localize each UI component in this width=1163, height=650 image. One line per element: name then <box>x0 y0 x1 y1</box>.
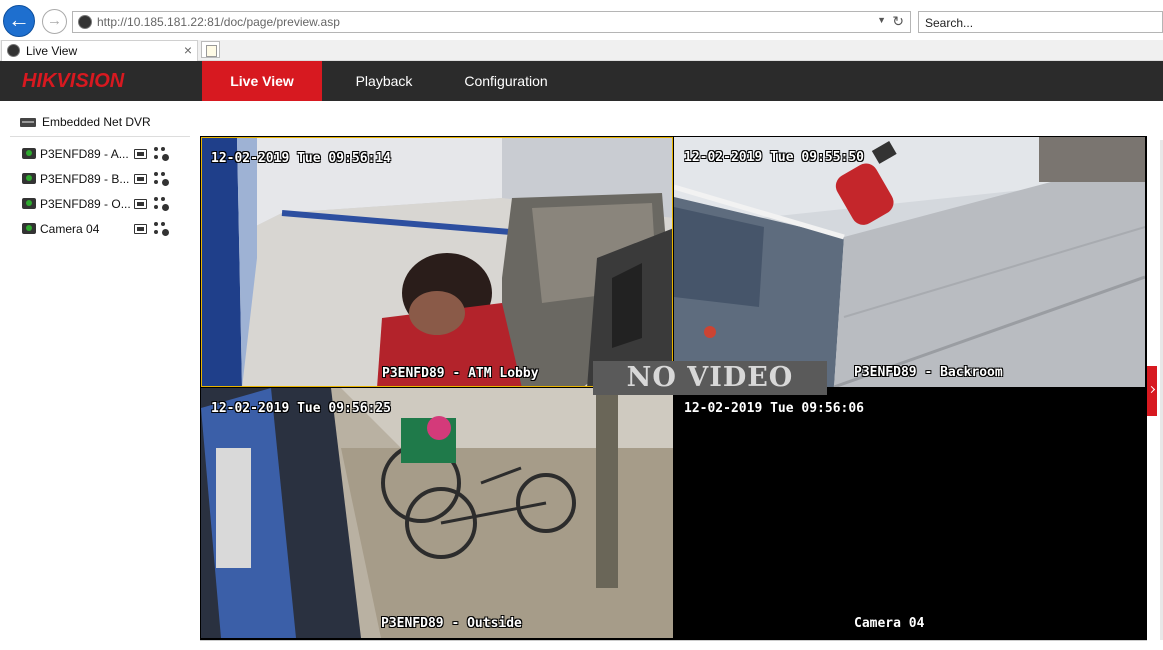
camera-list-item[interactable]: Camera 04 <box>22 220 182 238</box>
forward-arrow-icon[interactable]: → <box>42 9 67 34</box>
video-feed-outside <box>201 388 673 638</box>
new-tab-icon[interactable] <box>201 41 220 58</box>
video-tile-atm-lobby[interactable]: 12-02-2019 Tue 09:56:14 P3ENFD89 - ATM L… <box>201 137 673 387</box>
osd-timestamp: 12-02-2019 Tue 09:55:50 <box>684 150 865 165</box>
camera-icon <box>22 148 36 159</box>
nav-live-view[interactable]: Live View <box>202 61 322 101</box>
camera-label: P3ENFD89 - A... <box>40 147 129 161</box>
video-tile-backroom[interactable]: 12-02-2019 Tue 09:55:50 P3ENFD89 - Backr… <box>674 137 1145 387</box>
hikvision-logo: HIKVISION <box>22 70 124 93</box>
osd-camera-name: Camera 04 <box>854 616 925 631</box>
video-feed-backroom <box>674 137 1145 387</box>
url-text: http://10.185.181.22:81/doc/page/preview… <box>97 15 340 29</box>
record-icon[interactable] <box>134 149 147 159</box>
ptz-control-icon[interactable] <box>154 222 170 237</box>
osd-timestamp: 12-02-2019 Tue 09:56:25 <box>211 401 392 416</box>
search-input[interactable]: Search... <box>918 11 1163 33</box>
divider <box>10 136 190 137</box>
ptz-control-icon[interactable] <box>154 172 170 187</box>
osd-camera-name: P3ENFD89 - Backroom <box>854 365 1003 380</box>
osd-timestamp: 12-02-2019 Tue 09:56:14 <box>211 151 392 166</box>
tab-title: Live View <box>26 44 78 58</box>
device-name: Embedded Net DVR <box>42 115 151 129</box>
video-feed-atm-lobby <box>202 138 672 386</box>
record-icon[interactable] <box>134 174 147 184</box>
camera-list-item[interactable]: P3ENFD89 - B... <box>22 170 182 188</box>
camera-list-item[interactable]: P3ENFD89 - O... <box>22 195 182 213</box>
dvr-device-icon <box>20 118 36 127</box>
record-icon[interactable] <box>134 224 147 234</box>
app-header: HIKVISION Live View Playback Configurati… <box>0 61 1163 101</box>
osd-timestamp: 12-02-2019 Tue 09:56:06 <box>684 401 865 416</box>
search-placeholder: Search... <box>925 16 974 30</box>
url-host: http://10.185.181.22 <box>97 15 204 29</box>
browser-tab-live-view[interactable]: Live View × <box>1 40 198 61</box>
url-input[interactable]: http://10.185.181.22:81/doc/page/preview… <box>72 11 911 33</box>
no-video-overlay: NO VIDEO <box>593 361 827 395</box>
osd-camera-name: P3ENFD89 - ATM Lobby <box>382 366 539 381</box>
ptz-control-icon[interactable] <box>154 197 170 212</box>
logo-vision-text: VISION <box>56 70 125 92</box>
dropdown-arrow-icon[interactable]: ▼ <box>877 15 886 25</box>
camera-list-item[interactable]: P3ENFD89 - A... <box>22 145 182 163</box>
ptz-control-icon[interactable] <box>154 147 170 162</box>
nav-configuration[interactable]: Configuration <box>450 61 562 101</box>
osd-camera-name: P3ENFD89 - Outside <box>381 616 522 631</box>
camera-label: P3ENFD89 - O... <box>40 197 131 211</box>
camera-icon <box>22 223 36 234</box>
logo-hik-text: HIK <box>22 70 57 92</box>
browser-tab-bar: Live View × <box>0 40 1163 61</box>
camera-label: P3ENFD89 - B... <box>40 172 130 186</box>
browser-address-bar: ← → http://10.185.181.22:81/doc/page/pre… <box>0 0 1163 40</box>
url-path: :81/doc/page/preview.asp <box>203 15 340 29</box>
camera-label: Camera 04 <box>40 222 100 236</box>
video-tile-outside[interactable]: 12-02-2019 Tue 09:56:25 P3ENFD89 - Outsi… <box>201 388 673 638</box>
nav-playback[interactable]: Playback <box>340 61 428 101</box>
refresh-icon[interactable]: ↻ <box>892 13 904 30</box>
site-favicon-icon <box>78 15 92 29</box>
divider <box>200 640 1147 641</box>
device-sidebar: Embedded Net DVR P3ENFD89 - A... P3ENFD8… <box>0 101 200 650</box>
camera-icon <box>22 173 36 184</box>
record-icon[interactable] <box>134 199 147 209</box>
site-favicon-icon <box>7 44 20 57</box>
camera-icon <box>22 198 36 209</box>
back-arrow-icon[interactable]: ← <box>3 5 35 37</box>
video-tile-camera-04[interactable]: 12-02-2019 Tue 09:56:06 Camera 04 <box>674 388 1145 638</box>
close-tab-icon[interactable]: × <box>184 42 192 58</box>
panel-expand-arrow-icon[interactable] <box>1147 366 1157 416</box>
